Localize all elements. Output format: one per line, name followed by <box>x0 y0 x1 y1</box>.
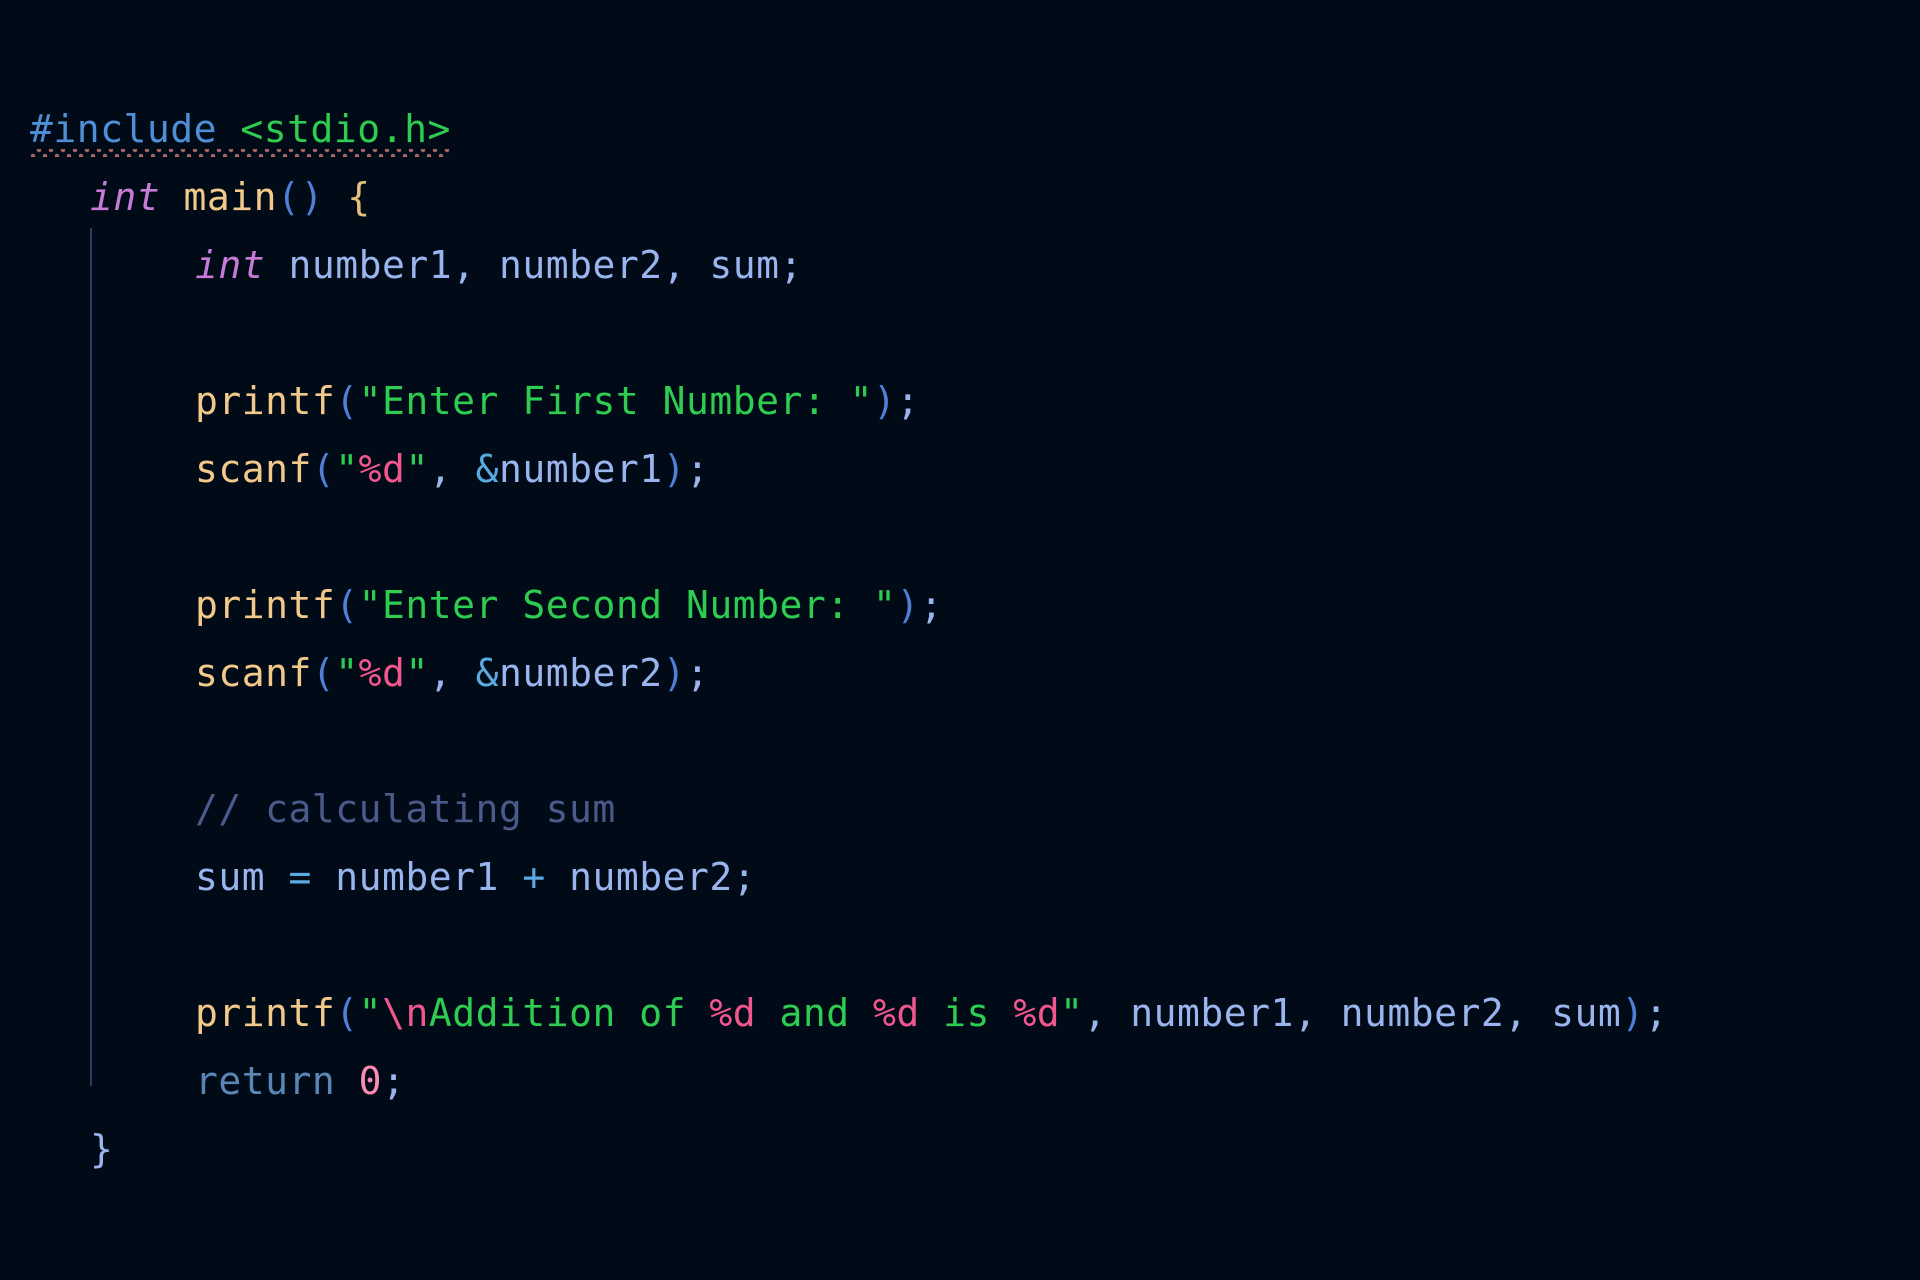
token-string-literal: "Enter Second Number: " <box>358 583 897 627</box>
token-function-printf: printf <box>195 991 336 1035</box>
token-semicolon: ; <box>896 379 920 423</box>
token-paren-open: ( <box>335 991 359 1035</box>
token-string-part: Addition of <box>428 991 710 1035</box>
token-semicolon: ; <box>779 243 803 287</box>
token-comma: , <box>452 243 499 287</box>
token-comma: , <box>1083 991 1131 1035</box>
token-brace-close: } <box>90 1127 114 1171</box>
token-var-sum: sum <box>709 243 780 287</box>
token-paren-open: ( <box>311 651 336 695</box>
token-line-comment: // calculating sum <box>195 787 616 831</box>
token-function-scanf: scanf <box>195 651 312 695</box>
token-keyword-return: return <box>195 1059 336 1103</box>
code-line-return[interactable]: return 0; <box>0 1047 1920 1115</box>
token-var-number1: number1 <box>288 243 453 287</box>
token-escape-newline: \n <box>382 991 429 1035</box>
token-paren-open: ( <box>335 379 359 423</box>
code-line-include[interactable]: #include <stdio.h> <box>0 95 1920 163</box>
token-assign-operator: = <box>265 855 336 899</box>
code-line-blank[interactable] <box>0 707 1920 775</box>
token-function-printf: printf <box>195 583 336 627</box>
code-line-blank[interactable] <box>0 299 1920 367</box>
token-string-part: is <box>919 991 1014 1035</box>
code-line-blank[interactable] <box>0 911 1920 979</box>
token-semicolon: ; <box>1644 991 1668 1035</box>
token-semicolon: ; <box>732 855 757 899</box>
token-address-of-operator: & <box>475 651 499 695</box>
token-paren-close: ) <box>1621 991 1645 1035</box>
token-comma: , <box>1293 991 1341 1035</box>
token-quote-open: " <box>358 991 383 1035</box>
token-comma: , <box>428 447 476 491</box>
code-line-printf-result[interactable]: printf("\nAddition of %d and %d is %d", … <box>0 979 1920 1047</box>
token-var-number1: number1 <box>498 447 663 491</box>
token-semicolon: ; <box>686 447 710 491</box>
code-line-closing-brace[interactable]: } <box>0 1115 1920 1183</box>
code-line-declaration[interactable]: int number1, number2, sum; <box>0 231 1920 299</box>
token-header-path: <stdio.h> <box>240 107 451 151</box>
token-arg-number2: number2 <box>1340 991 1505 1035</box>
code-line-sum-assignment[interactable]: sum = number1 + number2; <box>0 843 1920 911</box>
token-paren-close: ) <box>300 175 324 219</box>
code-line-printf-second-prompt[interactable]: printf("Enter Second Number: "); <box>0 571 1920 639</box>
token-format-specifier: %d <box>709 991 757 1035</box>
token-quote-close: " <box>1060 991 1084 1035</box>
token-semicolon: ; <box>382 1059 406 1103</box>
token-format-specifier: %d <box>873 991 920 1035</box>
token-var-number2: number2 <box>498 243 663 287</box>
token-arg-number1: number1 <box>1130 991 1294 1035</box>
token-string-part: and <box>756 991 874 1035</box>
token-format-specifier: %d <box>358 447 406 491</box>
token-string-literal: "Enter First Number: " <box>358 379 873 423</box>
token-format-specifier: %d <box>358 651 406 695</box>
code-line-scanf-second[interactable]: scanf("%d", &number2); <box>0 639 1920 707</box>
token-plus-operator: + <box>498 855 570 899</box>
token-paren-open: ( <box>277 175 301 219</box>
token-var-number2: number2 <box>569 855 733 899</box>
token-comma: , <box>428 651 476 695</box>
token-paren-close: ) <box>662 447 687 491</box>
token-number-literal: 0 <box>358 1059 383 1103</box>
code-line-scanf-first[interactable]: scanf("%d", &number1); <box>0 435 1920 503</box>
token-arg-sum: sum <box>1551 991 1622 1035</box>
token-semicolon: ; <box>686 651 710 695</box>
token-quote-close: " <box>405 651 429 695</box>
include-squiggle-underline: #include <stdio.h> <box>30 95 451 163</box>
token-function-scanf: scanf <box>195 447 312 491</box>
token-paren-close: ) <box>873 379 897 423</box>
token-quote-open: " <box>335 447 359 491</box>
token-quote-open: " <box>335 651 359 695</box>
token-function-main: main <box>183 175 278 219</box>
code-line-main-signature[interactable]: int main() { <box>0 163 1920 231</box>
token-var-number1: number1 <box>335 855 499 899</box>
token-type-int: int <box>195 243 266 287</box>
code-area[interactable]: #include <stdio.h> int main() { int numb… <box>0 95 1920 1183</box>
token-var-number2: number2 <box>498 651 663 695</box>
token-brace-open: { <box>347 175 371 219</box>
code-editor-canvas[interactable]: #include <stdio.h> int main() { int numb… <box>0 0 1920 1280</box>
code-line-blank[interactable] <box>0 503 1920 571</box>
token-address-of-operator: & <box>475 447 499 491</box>
token-function-printf: printf <box>195 379 336 423</box>
token-paren-open: ( <box>311 447 336 491</box>
token-comma: , <box>662 243 710 287</box>
token-var-sum: sum <box>195 855 266 899</box>
token-comma: , <box>1504 991 1552 1035</box>
token-paren-close: ) <box>662 651 687 695</box>
token-paren-close: ) <box>896 583 920 627</box>
token-paren-open: ( <box>335 583 359 627</box>
token-quote-close: " <box>405 447 429 491</box>
token-semicolon: ; <box>919 583 944 627</box>
code-line-comment[interactable]: // calculating sum <box>0 775 1920 843</box>
code-line-printf-first-prompt[interactable]: printf("Enter First Number: "); <box>0 367 1920 435</box>
token-preprocessor: #include <box>30 107 218 151</box>
token-format-specifier: %d <box>1013 991 1061 1035</box>
token-type-int: int <box>90 175 161 219</box>
